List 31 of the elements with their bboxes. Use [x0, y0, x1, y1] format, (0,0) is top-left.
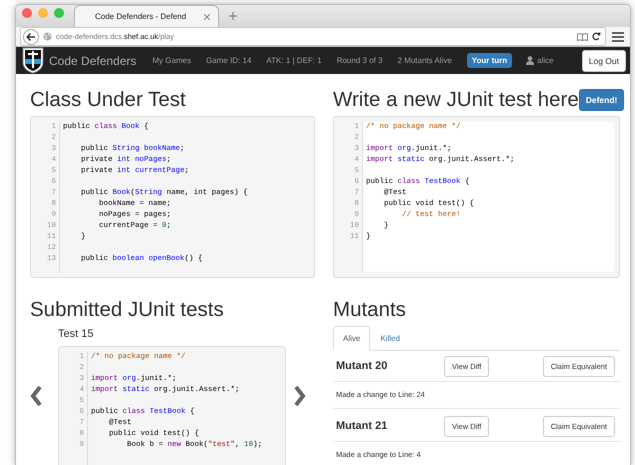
brand-link[interactable]: Code Defenders — [49, 54, 136, 68]
shield-logo-icon[interactable] — [22, 47, 44, 74]
back-button[interactable] — [23, 28, 39, 44]
tab[interactable]: Killed — [370, 326, 410, 351]
globe-icon — [43, 32, 52, 41]
nav-item[interactable]: Game ID: 14 — [206, 56, 252, 65]
plus-icon[interactable] — [229, 12, 237, 20]
book-icon[interactable] — [577, 32, 588, 40]
nav-item[interactable]: ATK: 1 | DEF: 1 — [266, 56, 322, 65]
menu-icon[interactable] — [612, 32, 624, 42]
mutant-name: Mutant 21 — [336, 420, 388, 432]
browser-tab[interactable]: Code Defenders - Defend — [74, 5, 219, 27]
section-title: Mutants — [333, 298, 406, 322]
tab[interactable]: Alive — [333, 326, 370, 351]
nav-item[interactable]: My Games — [152, 56, 192, 65]
section-title: Write a new JUnit test here — [333, 88, 579, 112]
chevron-left-icon[interactable] — [30, 386, 42, 406]
section-title: Submitted JUnit tests — [30, 298, 224, 322]
reload-icon[interactable] — [592, 32, 601, 41]
mutant-name: Mutant 20 — [336, 360, 388, 372]
user-name[interactable]: alice — [537, 56, 554, 65]
user-icon — [526, 56, 534, 65]
test-title: Test 15 — [58, 328, 94, 340]
section-title: Class Under Test — [30, 88, 186, 112]
nav-item[interactable]: Round 3 of 3 — [336, 56, 383, 65]
turn-badge: Your turn — [466, 53, 512, 68]
nav-item[interactable]: 2 Mutants Alive — [398, 56, 452, 65]
close-icon[interactable] — [204, 14, 210, 20]
logout-button[interactable]: Log Out — [582, 50, 626, 72]
chevron-right-icon[interactable] — [294, 386, 306, 406]
defend-button[interactable]: Defend! — [578, 89, 624, 111]
